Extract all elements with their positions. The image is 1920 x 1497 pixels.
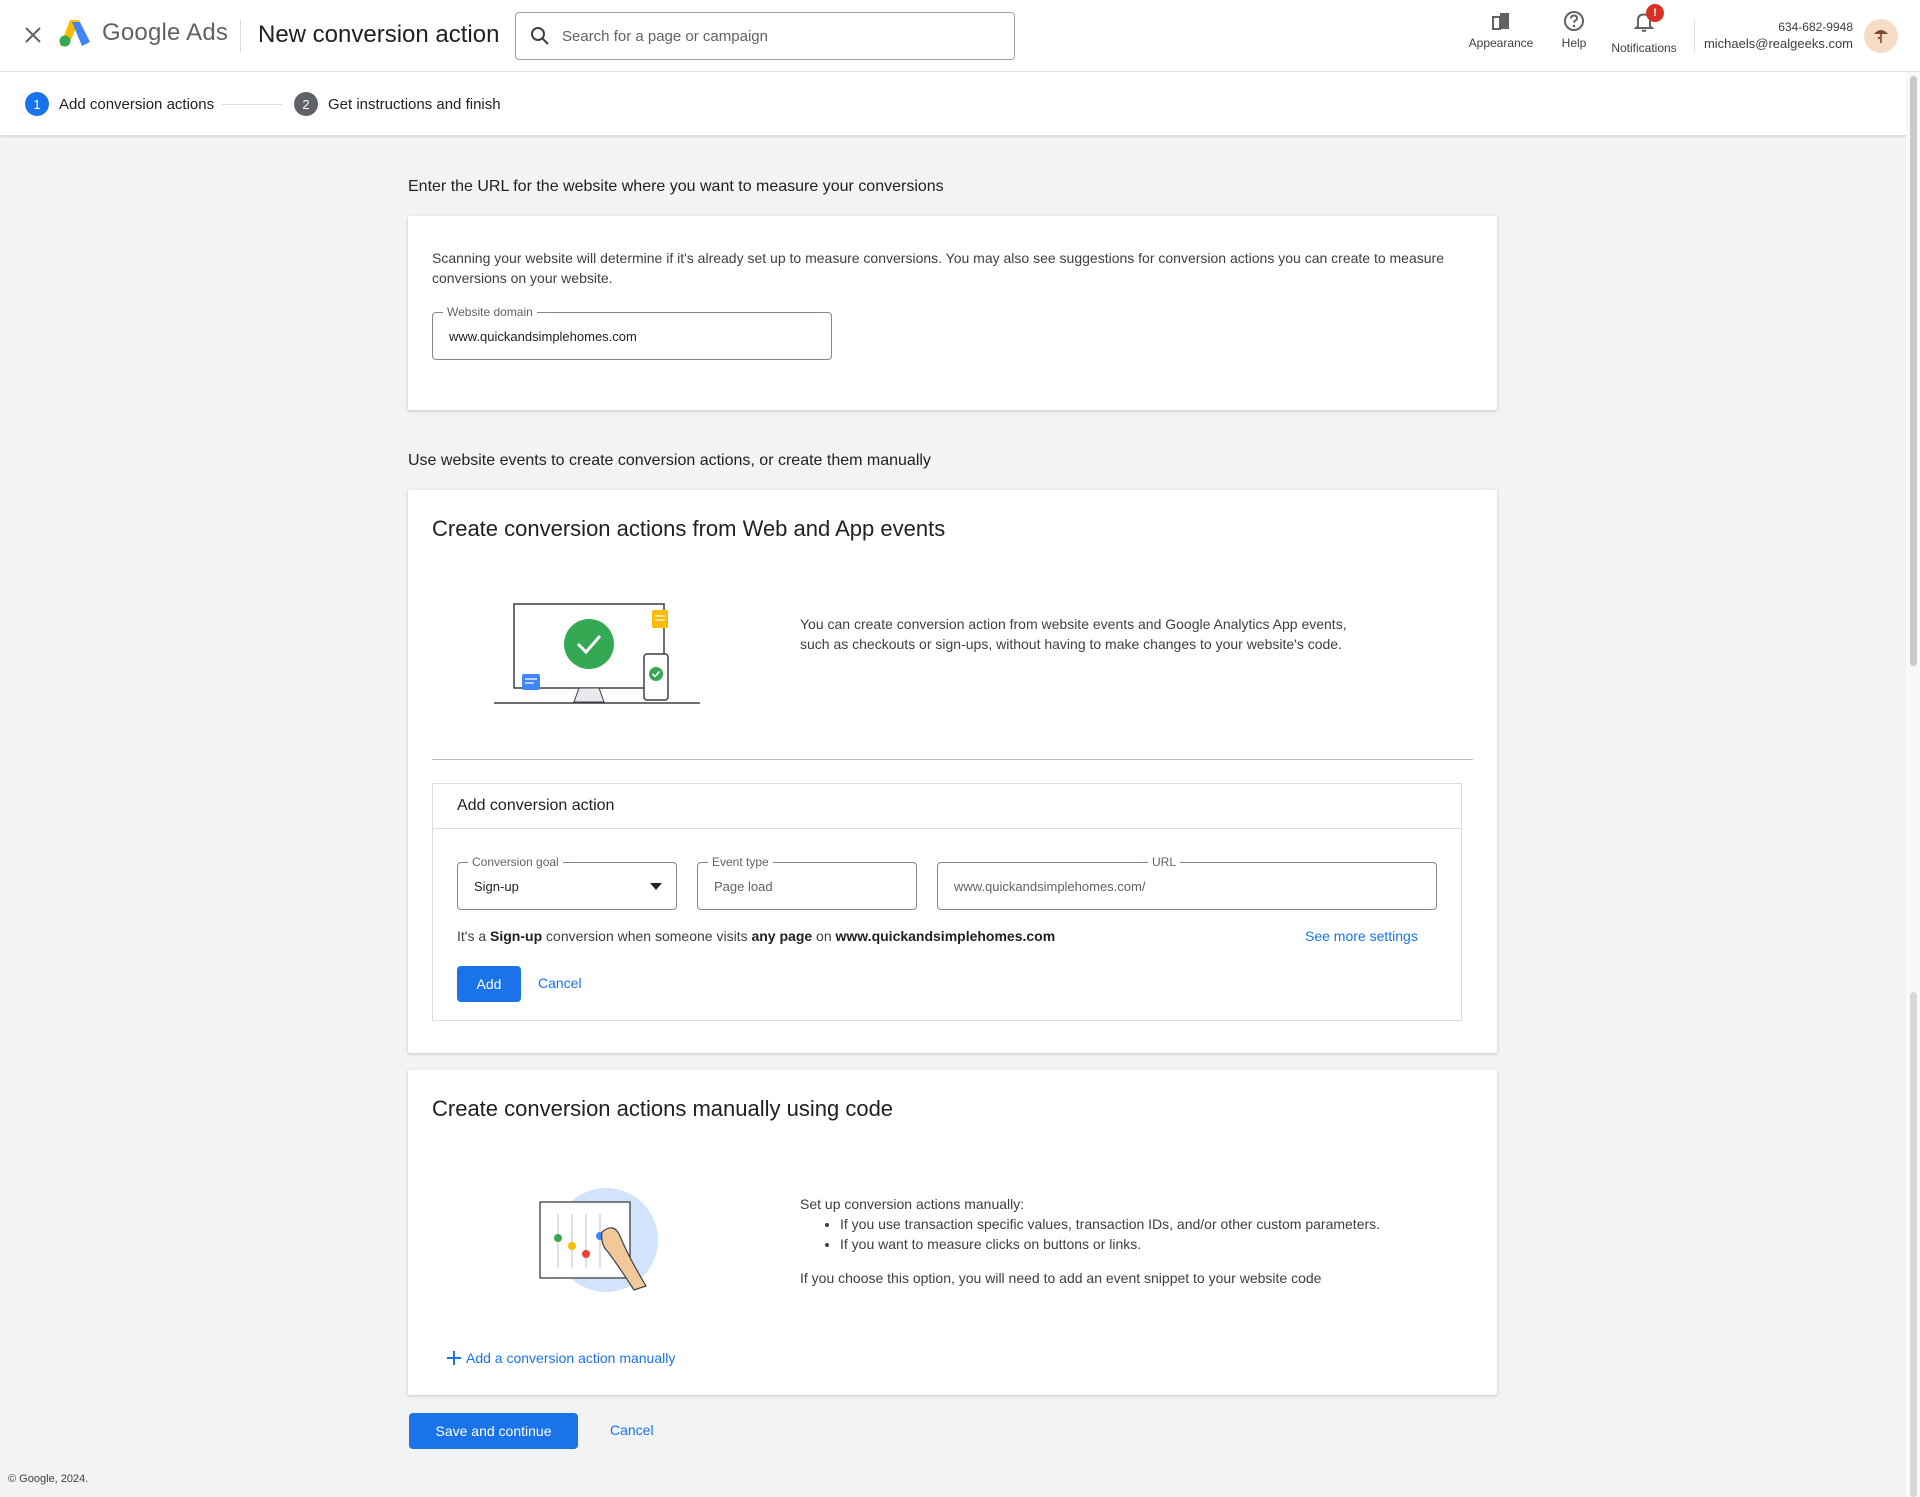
conversion-goal-select[interactable]: Conversion goal Sign-up bbox=[457, 855, 677, 910]
save-and-continue-button[interactable]: Save and continue bbox=[409, 1413, 578, 1449]
manual-intro: Set up conversion actions manually: bbox=[800, 1196, 1025, 1212]
notification-badge: ! bbox=[1646, 4, 1664, 22]
add-conversion-panel: Add conversion action Conversion goal Si… bbox=[432, 783, 1462, 1021]
step-get-instructions[interactable]: 2 Get instructions and finish bbox=[294, 92, 501, 116]
manual-card: Create conversion actions manually using… bbox=[408, 1070, 1497, 1395]
see-more-settings-link[interactable]: See more settings bbox=[1305, 928, 1418, 944]
stepper: 1 Add conversion actions 2 Get instructi… bbox=[0, 72, 1906, 136]
summary-text: on bbox=[812, 928, 836, 944]
scrollbar-thumb-secondary[interactable] bbox=[1910, 992, 1917, 1497]
summary-domain: www.quickandsimplehomes.com bbox=[835, 928, 1056, 944]
avatar-image-icon bbox=[1874, 30, 1888, 43]
help-label: Help bbox=[1561, 36, 1587, 50]
appearance-button[interactable]: Appearance bbox=[1467, 10, 1535, 62]
plus-icon bbox=[447, 1351, 461, 1365]
summary-text: conversion when someone visits bbox=[542, 928, 752, 944]
event-type-input[interactable] bbox=[714, 863, 904, 909]
step-add-conversion-actions[interactable]: 1 Add conversion actions bbox=[25, 92, 214, 116]
add-manual-conversion-link[interactable]: Add a conversion action manually bbox=[446, 1350, 675, 1366]
search-box[interactable] bbox=[515, 12, 1015, 60]
panel-cancel-button[interactable]: Cancel bbox=[538, 975, 582, 991]
footer-copyright: © Google, 2024. bbox=[8, 1473, 89, 1485]
divider bbox=[240, 20, 241, 52]
conversion-summary: It's a Sign-up conversion when someone v… bbox=[457, 928, 1055, 944]
help-button[interactable]: Help bbox=[1556, 10, 1592, 62]
brand-ads: Ads bbox=[186, 19, 229, 46]
list-item: If you want to measure clicks on buttons… bbox=[840, 1234, 1420, 1254]
add-manual-label: Add a conversion action manually bbox=[466, 1350, 676, 1366]
top-bar: Google Ads New conversion action Appeara… bbox=[0, 0, 1920, 72]
step-label: Get instructions and finish bbox=[328, 95, 501, 113]
page-title: New conversion action bbox=[258, 21, 500, 48]
list-item: If you use transaction specific values, … bbox=[840, 1214, 1420, 1234]
manual-bullets: If you use transaction specific values, … bbox=[800, 1214, 1420, 1254]
brand-name: Google Ads bbox=[102, 19, 228, 47]
search-input[interactable] bbox=[562, 27, 982, 45]
add-conversion-title: Add conversion action bbox=[433, 784, 1461, 829]
appearance-label: Appearance bbox=[1468, 36, 1534, 50]
devices-illustration-icon bbox=[494, 603, 700, 704]
step-number: 2 bbox=[294, 92, 318, 116]
account-email: michaels@realgeeks.com bbox=[1703, 36, 1853, 51]
url-input[interactable] bbox=[954, 863, 1424, 909]
summary-scope: any page bbox=[751, 928, 813, 944]
help-icon bbox=[1564, 11, 1584, 31]
manual-note: If you choose this option, you will need… bbox=[800, 1270, 1322, 1286]
manual-card-title: Create conversion actions manually using… bbox=[432, 1096, 894, 1121]
manual-info: Set up conversion actions manually: If y… bbox=[800, 1194, 1420, 1288]
summary-text: It's a bbox=[457, 928, 491, 944]
dropdown-arrow-icon bbox=[650, 883, 662, 890]
step-connector bbox=[222, 104, 282, 105]
notifications-button[interactable]: ! Notifications bbox=[1606, 4, 1682, 62]
website-card: Scanning your website will determine if … bbox=[408, 216, 1497, 410]
brand-google: Google bbox=[102, 19, 181, 46]
cancel-button[interactable]: Cancel bbox=[610, 1422, 654, 1438]
conversion-goal-value: Sign-up bbox=[474, 878, 519, 894]
summary-goal: Sign-up bbox=[490, 928, 543, 944]
website-description: Scanning your website will determine if … bbox=[432, 250, 1444, 286]
website-section-heading: Enter the URL for the website where you … bbox=[408, 178, 944, 195]
url-field[interactable]: URL bbox=[937, 855, 1437, 910]
events-card-title: Create conversion actions from Web and A… bbox=[432, 516, 946, 541]
events-info: You can create conversion action from we… bbox=[800, 616, 1347, 652]
event-type-field[interactable]: Event type bbox=[697, 855, 917, 910]
scrollbar-thumb[interactable] bbox=[1910, 76, 1917, 666]
events-section-heading: Use website events to create conversion … bbox=[408, 452, 931, 469]
notifications-label: Notifications bbox=[1611, 41, 1677, 55]
divider bbox=[432, 759, 1473, 760]
code-setup-illustration-icon bbox=[539, 1188, 658, 1292]
close-icon[interactable] bbox=[18, 20, 48, 50]
add-button[interactable]: Add bbox=[457, 966, 521, 1002]
divider bbox=[1694, 20, 1695, 52]
step-number: 1 bbox=[25, 92, 49, 116]
search-icon bbox=[531, 27, 549, 45]
events-card: Create conversion actions from Web and A… bbox=[408, 490, 1497, 1053]
appearance-icon bbox=[1492, 13, 1509, 30]
account-phone: 634-682-9948 bbox=[1778, 20, 1853, 34]
step-label: Add conversion actions bbox=[59, 95, 215, 113]
website-domain-field[interactable]: Website domain bbox=[432, 305, 832, 360]
account-info[interactable]: 634-682-9948 michaels@realgeeks.com bbox=[1704, 20, 1853, 51]
google-ads-logo[interactable]: Google Ads bbox=[58, 18, 228, 48]
google-ads-logo-icon bbox=[59, 20, 90, 47]
website-domain-input[interactable] bbox=[449, 313, 809, 359]
avatar[interactable] bbox=[1864, 19, 1898, 53]
